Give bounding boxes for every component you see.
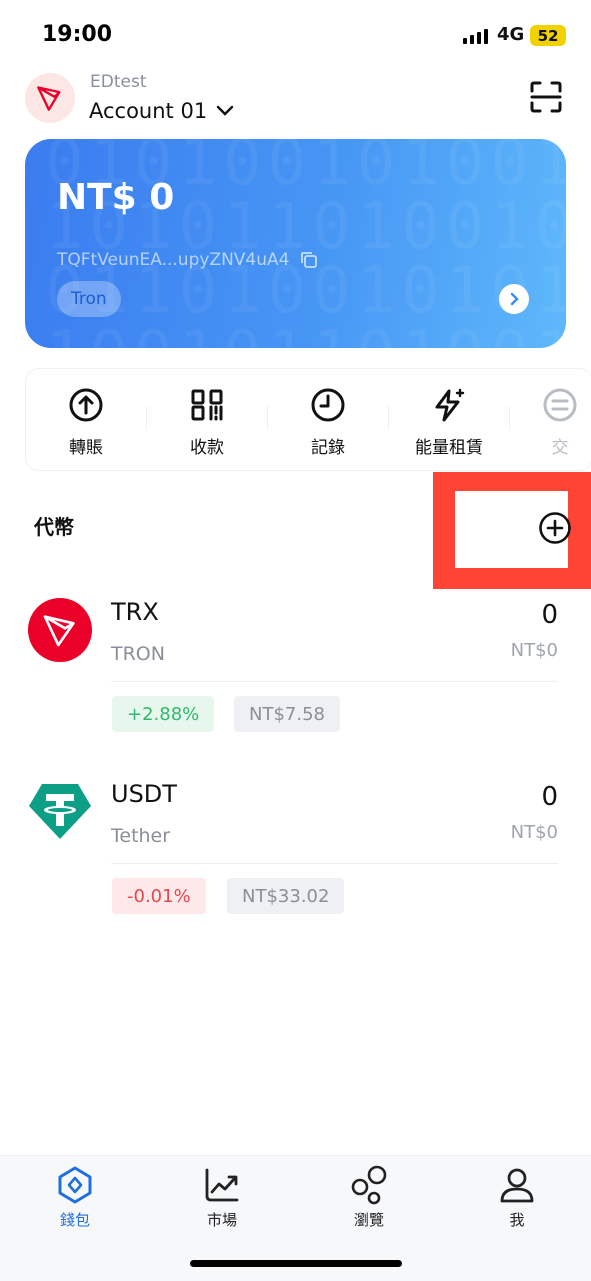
chain-badge: Tron [57, 281, 121, 317]
history-button[interactable]: 記錄 [268, 387, 388, 458]
tron-logo-icon [43, 615, 75, 647]
nav-market[interactable]: 市場 [172, 1165, 272, 1230]
wallet-avatar[interactable] [25, 73, 75, 123]
row-divider [111, 681, 558, 682]
transfer-icon [69, 388, 103, 422]
token-fiat-value: NT$0 [510, 640, 558, 661]
swap-button[interactable]: 交 [500, 387, 591, 458]
scan-icon[interactable] [529, 80, 563, 114]
add-token-icon[interactable] [538, 511, 572, 545]
transfer-label: 轉賬 [69, 438, 103, 458]
nav-browse[interactable]: 瀏覽 [319, 1165, 419, 1230]
copy-icon[interactable] [299, 250, 319, 270]
chevron-right-icon [510, 292, 519, 306]
nav-browse-label: 瀏覽 [353, 1211, 384, 1229]
token-row-usdt[interactable]: USDT Tether 0 NT$0 -0.01% NT$33.02 [0, 772, 591, 922]
wallet-icon [58, 1166, 92, 1204]
browse-bubbles-icon [351, 1165, 387, 1205]
token-price-badge: NT$33.02 [227, 878, 345, 914]
transfer-button[interactable]: 轉賬 [26, 387, 146, 458]
token-symbol: TRX [111, 598, 159, 626]
swap-icon [543, 388, 577, 422]
trx-logo-icon [28, 598, 92, 662]
tokens-section-title: 代幣 [34, 515, 74, 539]
clock-icon [311, 388, 345, 422]
wallet-name: EDtest [90, 72, 147, 92]
market-chart-icon [205, 1168, 239, 1202]
qr-code-icon [191, 389, 223, 421]
account-selector[interactable]: Account 01 [89, 99, 235, 123]
nav-market-label: 市場 [206, 1211, 237, 1229]
token-amount: 0 [541, 782, 558, 812]
receive-button[interactable]: 收款 [147, 387, 267, 458]
token-price-badge: NT$7.58 [234, 696, 340, 732]
total-balance: NT$ 0 [57, 177, 175, 218]
history-label: 記錄 [311, 438, 345, 458]
chevron-down-icon [216, 105, 234, 116]
card-detail-button[interactable] [499, 284, 529, 314]
token-fiat-value: NT$0 [510, 822, 558, 843]
energy-rental-button[interactable]: 能量租賃 [389, 387, 509, 458]
price-change-badge: -0.01% [112, 878, 206, 914]
tether-logo-icon [29, 784, 91, 839]
battery-indicator: 52 [530, 25, 566, 46]
nav-me-label: 我 [509, 1211, 525, 1229]
status-time: 19:00 [42, 22, 113, 47]
nav-me[interactable]: 我 [467, 1165, 567, 1230]
token-amount: 0 [541, 600, 558, 630]
network-type: 4G [497, 24, 525, 45]
token-name: Tether [111, 825, 171, 847]
token-row-trx[interactable]: TRX TRON 0 NT$0 +2.88% NT$7.58 [0, 590, 591, 740]
receive-label: 收款 [190, 438, 224, 458]
price-change-badge: +2.88% [112, 696, 215, 732]
user-icon [500, 1168, 534, 1203]
tron-logo-icon [37, 86, 61, 111]
nav-wallet-label: 錢包 [59, 1211, 90, 1229]
card-background-pattern: 0101001010010101011010010101101001010111… [45, 139, 566, 348]
token-symbol: USDT [111, 780, 177, 808]
swap-label: 交 [551, 438, 569, 458]
token-name: TRON [111, 643, 165, 665]
energy-rental-label: 能量租賃 [415, 438, 483, 458]
home-indicator[interactable] [190, 1260, 402, 1267]
nav-wallet[interactable]: 錢包 [25, 1165, 125, 1230]
wallet-card[interactable]: 0101001010010101011010010101101001010111… [25, 139, 566, 348]
action-bar: 轉賬 收款 記錄 能量租賃 交 [25, 368, 591, 471]
wallet-address-row[interactable]: TQFtVeunEA...upyZNV4uA4 [57, 250, 319, 270]
wallet-address: TQFtVeunEA...upyZNV4uA4 [57, 250, 290, 270]
row-divider [111, 863, 558, 864]
account-name: Account 01 [89, 99, 208, 123]
cellular-signal-icon [463, 28, 488, 44]
lightning-icon [435, 388, 465, 422]
